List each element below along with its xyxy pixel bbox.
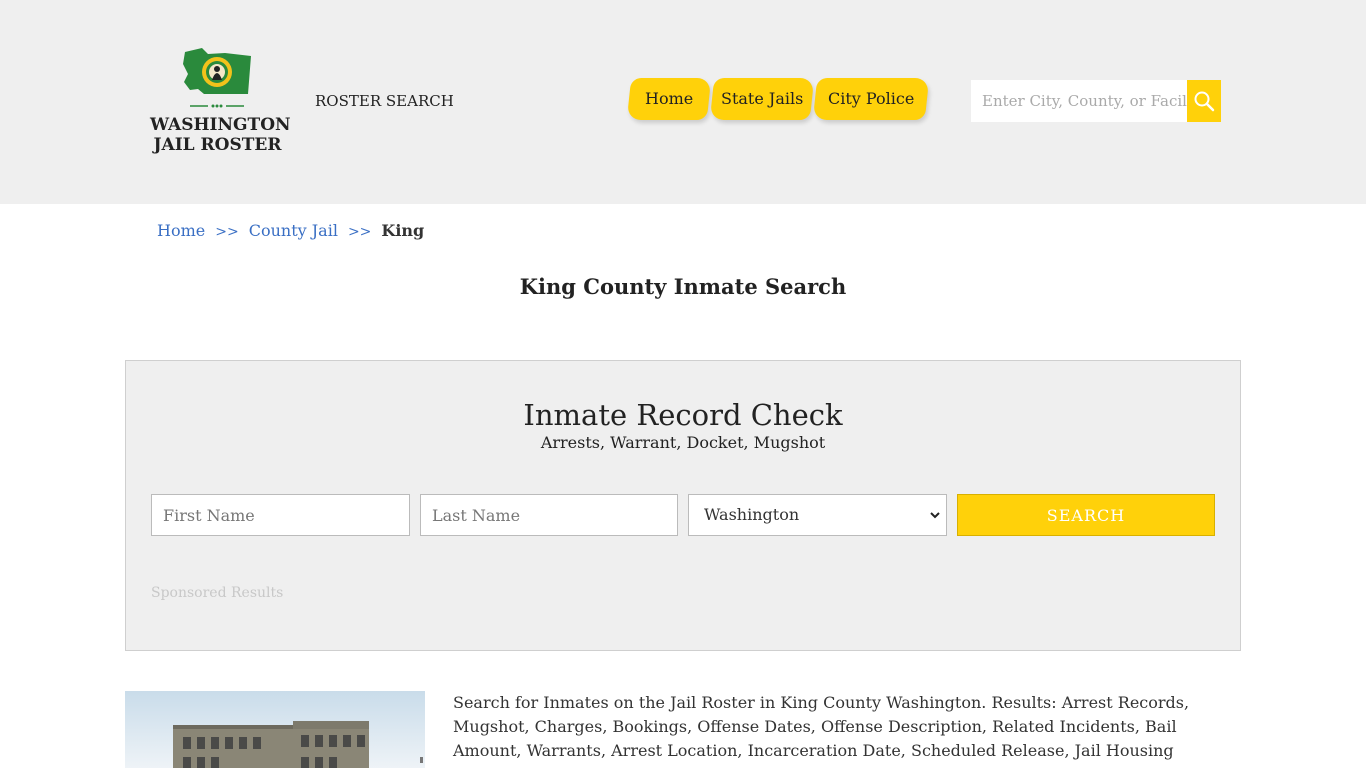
state-select[interactable]: Washington: [688, 494, 947, 536]
logo-wordmark[interactable]: WASHINGTON JAIL ROSTER: [150, 115, 291, 155]
site-header: WASHINGTON JAIL ROSTER ROSTER SEARCH Hom…: [0, 0, 1366, 204]
nav-home[interactable]: Home: [626, 78, 712, 120]
breadcrumb-home[interactable]: Home: [157, 221, 205, 240]
breadcrumb-current: King: [381, 221, 425, 240]
breadcrumb-separator: >>: [347, 224, 372, 240]
jail-building-image: [125, 691, 425, 768]
nav-state-jails[interactable]: State Jails: [709, 78, 815, 120]
record-check-subtitle: Arrests, Warrant, Docket, Mugshot: [540, 433, 826, 452]
roster-search-link[interactable]: ROSTER SEARCH: [315, 92, 454, 110]
facility-search-button[interactable]: [1187, 80, 1221, 122]
logo-line2: JAIL ROSTER: [153, 135, 282, 155]
search-button[interactable]: SEARCH: [957, 494, 1215, 536]
page-title: King County Inmate Search: [519, 274, 847, 299]
nav-state-jails-label: State Jails: [720, 89, 804, 108]
inmate-record-check-panel: Inmate Record Check Arrests, Warrant, Do…: [125, 360, 1241, 651]
breadcrumb: Home >> County Jail >> King: [157, 221, 424, 240]
state-select-value: Washington: [704, 505, 800, 524]
nav-city-police-label: City Police: [827, 89, 915, 108]
county-description: Search for Inmates on the Jail Roster in…: [453, 693, 1190, 768]
breadcrumb-county-jail[interactable]: County Jail: [249, 221, 338, 240]
nav-city-police[interactable]: City Police: [812, 78, 930, 120]
logo-line1: WASHINGTON: [150, 115, 291, 135]
sponsored-results-label: Sponsored Results: [151, 585, 284, 601]
nav-home-label: Home: [644, 89, 694, 108]
search-icon: [1194, 91, 1215, 112]
record-check-title: Inmate Record Check: [523, 398, 843, 432]
first-name-input[interactable]: [151, 494, 410, 536]
breadcrumb-separator: >>: [215, 224, 239, 240]
facility-search-input[interactable]: [971, 80, 1187, 122]
last-name-input[interactable]: [420, 494, 678, 536]
